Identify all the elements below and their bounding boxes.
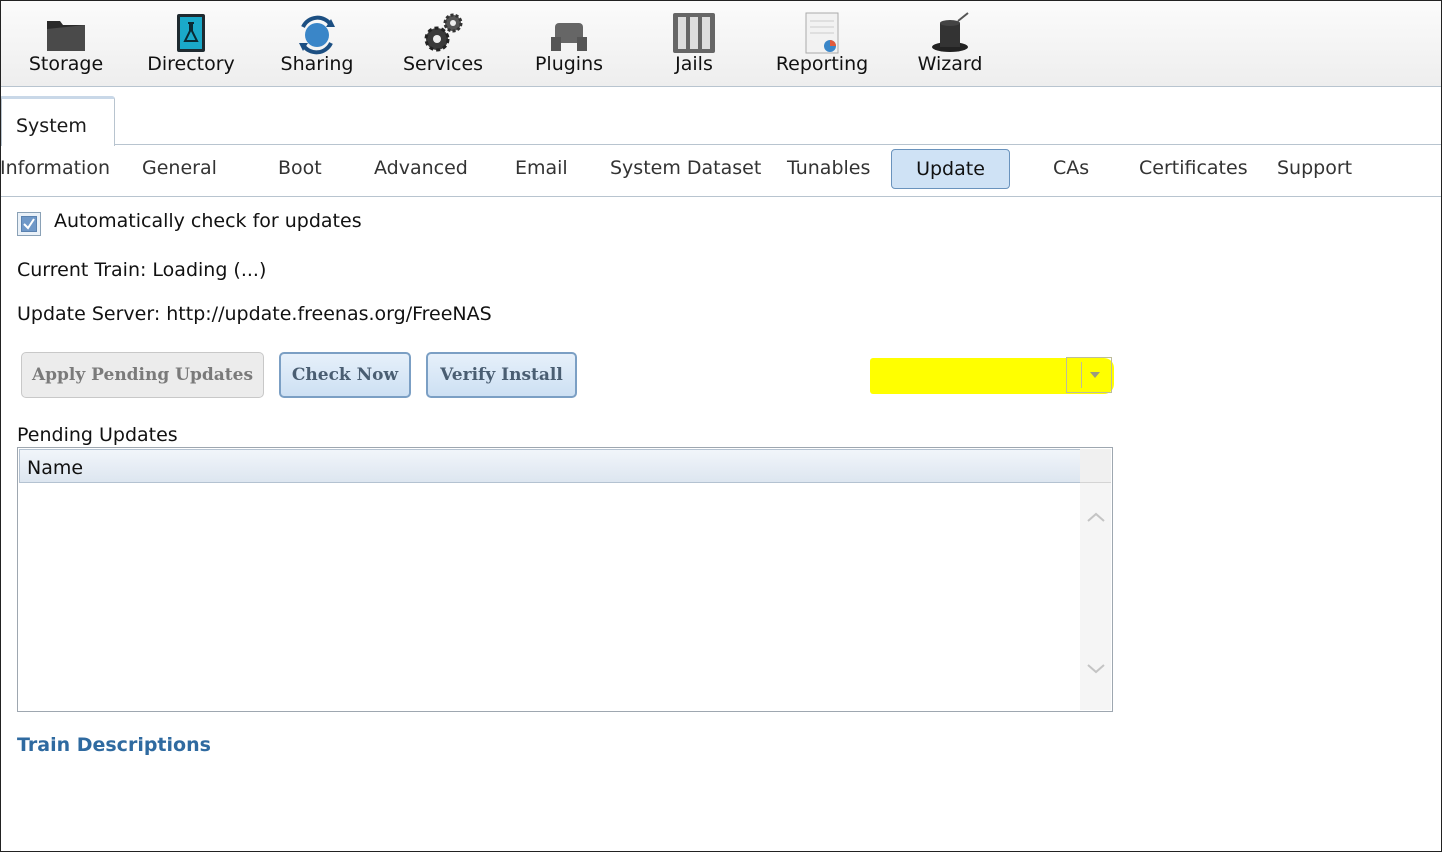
train-select-dropdown[interactable] [1066,357,1112,393]
pending-updates-label: Pending Updates [17,424,178,446]
toolbar-label: Storage [28,53,104,75]
tab-system[interactable]: System [1,96,115,146]
toolbar-storage[interactable]: Storage [11,9,121,83]
toolbar-jails[interactable]: Jails [639,9,749,83]
toolbar-plugins[interactable]: Plugins [514,9,624,83]
sharing-icon [299,15,335,55]
toolbar-label: Services [402,53,484,75]
pending-updates-grid: Name [17,447,1113,712]
grid-header-name-label: Name [27,457,84,479]
toolbar-label: Reporting [775,53,869,75]
plugins-icon [551,23,587,51]
subtab-information[interactable]: Information [0,149,110,187]
grid-header-corner [1080,449,1111,483]
chevron-down-icon [1090,372,1100,378]
toolbar-reporting[interactable]: Reporting [767,9,877,83]
train-descriptions-link[interactable]: Train Descriptions [17,734,211,756]
subtab-boot[interactable]: Boot [278,149,322,187]
gears-icon [424,13,463,52]
dropdown-arrow [1081,362,1107,388]
top-toolbar: Storage Directory Sharing Services Plugi… [1,1,1441,87]
toolbar-directory[interactable]: Directory [136,9,246,83]
auto-check-label: Automatically check for updates [54,210,362,232]
toolbar-label: Plugins [534,53,604,75]
main-tab-bar: System [1,87,1441,146]
current-train-text: Current Train: Loading (...) [17,259,267,281]
toolbar-label: Jails [675,53,713,75]
subtab-general[interactable]: General [142,149,217,187]
chevron-down-icon[interactable] [1086,663,1106,675]
toolbar-label: Wizard [917,53,983,75]
subtab-tunables[interactable]: Tunables [787,149,870,187]
toolbar-sharing[interactable]: Sharing [262,9,372,83]
subtab-update[interactable]: Update [891,149,1010,189]
tab-system-label: System [16,115,87,137]
subtab-certificates[interactable]: Certificates [1139,149,1248,187]
update-server-text: Update Server: http://update.freenas.org… [17,303,492,325]
subtab-email[interactable]: Email [515,149,568,187]
folder-icon [47,21,85,51]
grid-header-name[interactable]: Name [19,449,1081,483]
check-now-button[interactable]: Check Now [279,352,411,398]
subtab-cas[interactable]: CAs [1053,149,1089,187]
directory-icon [177,14,205,52]
jails-icon [673,13,715,53]
subtab-system-dataset[interactable]: System Dataset [610,149,761,187]
checkmark-icon [21,216,37,232]
toolbar-wizard[interactable]: Wizard [895,9,1005,83]
auto-check-checkbox[interactable] [17,212,41,236]
system-subtab-bar: Information General Boot Advanced Email … [0,145,1441,197]
subtab-support[interactable]: Support [1277,149,1352,187]
toolbar-label: Directory [147,53,235,75]
grid-scrollbar[interactable] [1080,483,1111,710]
verify-install-button[interactable]: Verify Install [426,352,577,398]
chevron-up-icon[interactable] [1086,511,1106,523]
apply-pending-updates-button[interactable]: Apply Pending Updates [21,352,264,398]
subtab-advanced[interactable]: Advanced [374,149,468,187]
toolbar-label: Sharing [280,53,354,75]
toolbar-services[interactable]: Services [388,9,498,83]
reporting-icon [805,12,839,54]
wizard-hat-icon [932,12,969,52]
